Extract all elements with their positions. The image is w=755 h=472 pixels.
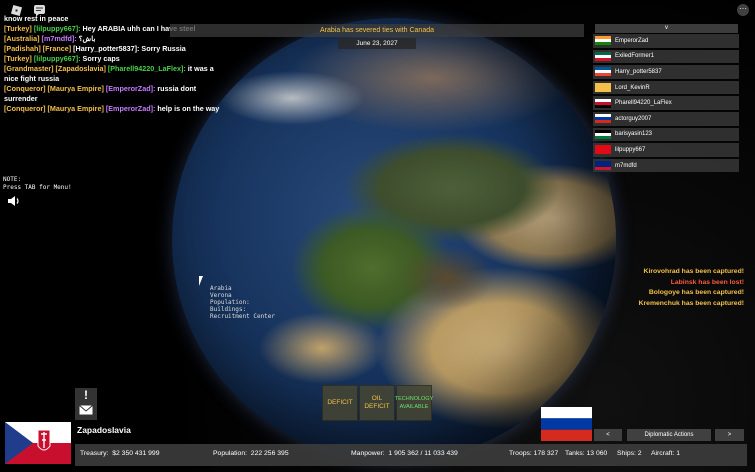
city-info-line: Arabia: [210, 285, 232, 292]
speaker-icon[interactable]: [7, 194, 21, 206]
player-row[interactable]: m7mdfd: [593, 158, 739, 173]
diplomacy-next-button[interactable]: >: [715, 429, 744, 441]
player-flag-icon: [595, 145, 611, 155]
chat-segment: [France]: [42, 44, 74, 53]
chat-segment: Sorry caps: [80, 54, 120, 63]
aircraft-stat: Aircraft: 1: [651, 450, 681, 457]
city-tooltip: Arabia Verona Population: Buildings: Recruit…: [210, 285, 275, 320]
player-row[interactable]: Harry_potter5837: [593, 65, 739, 79]
stats-bar: Treasury: $2 350 431 999 Population: 222…: [75, 444, 747, 466]
player-name: barisyasin123: [615, 131, 653, 138]
player-flag-icon: [595, 129, 611, 139]
selected-country-flag: [541, 407, 592, 441]
player-flag-icon: [595, 51, 611, 61]
chat-segment: [Maurya Empire]: [47, 104, 106, 113]
chat-segment: باش؟: [76, 34, 96, 43]
chat-segment: [EmperorZad]:: [105, 84, 156, 93]
player-name: lilpuppy667: [615, 146, 646, 153]
player-list: EmperorZad ExiledFormer1 Harry_potter5837 L…: [593, 34, 739, 174]
chat-segment: [Conqueror]: [4, 84, 48, 93]
player-row[interactable]: lilpuppy667: [593, 143, 739, 157]
player-row[interactable]: actorguy2007: [593, 111, 739, 126]
chat-segment: [Conqueror]: [4, 104, 48, 113]
player-row[interactable]: Lord_KevinR: [593, 80, 739, 95]
event-feed: Kirovohrad has been captured! Labinsk has…: [639, 267, 744, 309]
tanks-stat: Tanks: 13 060: [565, 450, 608, 457]
chat-message: [Turkey] [lilpuppy667]: Sorry caps: [4, 54, 230, 64]
chat-segment: Sorry Russia: [139, 44, 186, 53]
mouse-cursor-icon: [199, 276, 207, 286]
player-flag-icon: [595, 161, 611, 171]
chat-segment: [EmperorZad]:: [105, 104, 156, 113]
chat-segment: help is on the way: [155, 104, 220, 113]
event-message: Bologoye has been captured!: [648, 289, 744, 297]
player-list-toggle[interactable]: v: [595, 24, 738, 33]
manpower-stat: Manpower: 1 905 362 / 11 033 439: [351, 450, 458, 457]
city-info-line: Recruitment Center: [210, 313, 276, 320]
chat-segment: [Australia]: [4, 34, 42, 43]
note-text: NOTE: Press TAB for Menu!: [3, 176, 72, 191]
game-date: June 23, 2027: [338, 38, 416, 49]
treasury-stat: Treasury: $2 350 431 999: [80, 450, 160, 457]
player-row[interactable]: Pharell94220_LaFlex: [593, 96, 739, 110]
event-message: Kremenchuk has been captured!: [638, 299, 744, 307]
chat-segment: [Padishah]: [4, 44, 43, 53]
chat-segment: [Harry_potter5837]:: [73, 44, 140, 53]
diplomatic-actions-button[interactable]: Diplomatic Actions: [627, 429, 711, 441]
city-info-line: Population:: [210, 299, 250, 306]
country-name: Zapadoslavia: [77, 425, 131, 435]
player-name: actorguy2007: [615, 115, 652, 122]
chat-segment: [Turkey]: [4, 24, 34, 33]
event-message: Kirovohrad has been captured!: [643, 268, 744, 275]
chat-segment: [lilpuppy667]:: [33, 24, 81, 33]
mail-icon: [79, 405, 93, 415]
notifications-button[interactable]: !: [75, 388, 97, 420]
exclamation-icon: !: [84, 388, 88, 402]
player-name: Harry_potter5837: [615, 68, 662, 75]
chat-segment: [m7mdfd]:: [41, 34, 77, 43]
chat-segment: know rest in peace: [4, 14, 69, 23]
ships-stat: Ships: 2: [617, 450, 642, 457]
country-flag-emblem[interactable]: [5, 422, 71, 464]
player-name: Lord_KevinR: [615, 84, 650, 91]
chat-segment: [Maurya Empire]: [47, 84, 106, 93]
player-name: Pharell94220_LaFlex: [615, 100, 672, 107]
player-row[interactable]: ExiledFormer1: [593, 49, 739, 64]
top-announcement-banner: Arabia has severed ties with Canada: [170, 24, 584, 37]
player-flag-icon: [595, 114, 611, 124]
troops-stat: Troops: 178 327: [509, 450, 559, 457]
chat-segment: [lilpuppy667]:: [33, 54, 81, 63]
player-name: ExiledFormer1: [615, 53, 655, 60]
chat-message: know rest in peace: [4, 14, 230, 24]
player-flag-icon: [595, 36, 611, 46]
city-info-line: Verona: [210, 292, 232, 299]
chat-segment: [Pharell94220_LaFlex]:: [107, 64, 186, 73]
player-flag-icon: [595, 83, 611, 93]
diplomacy-prev-button[interactable]: <: [594, 429, 622, 441]
technology-available-button[interactable]: TECHNOLOGY AVAILABLE: [395, 385, 433, 421]
player-name: m7mdfd: [615, 162, 637, 169]
chat-segment: [Turkey]: [4, 54, 34, 63]
more-menu-icon[interactable]: ···: [737, 4, 749, 16]
chat-message: [Conqueror] [Maurya Empire] [EmperorZad]…: [4, 104, 230, 114]
player-flag-icon: [595, 98, 611, 108]
player-row[interactable]: barisyasin123: [593, 127, 739, 142]
deficit-alert-button[interactable]: DEFICIT: [322, 385, 358, 421]
chat-segment: [Zapadoslavia]: [55, 64, 108, 73]
player-flag-icon: [595, 67, 611, 77]
city-info-line: Buildings:: [210, 306, 247, 313]
player-row[interactable]: EmperorZad: [593, 34, 739, 48]
chat-message: [Grandmaster] [Zapadoslavia] [Pharell942…: [4, 64, 230, 84]
event-message: Labinsk has been lost!: [670, 278, 744, 286]
oil-deficit-alert-button[interactable]: OIL DEFICIT: [359, 385, 395, 421]
player-name: EmperorZad: [615, 37, 649, 44]
chat-message: [Conqueror] [Maurya Empire] [EmperorZad]…: [4, 84, 230, 104]
population-stat: Population: 222 256 395: [213, 450, 289, 457]
chat-segment: [Grandmaster]: [4, 64, 56, 73]
chat-message: [Padishah] [France] [Harry_potter5837]: …: [4, 44, 230, 54]
